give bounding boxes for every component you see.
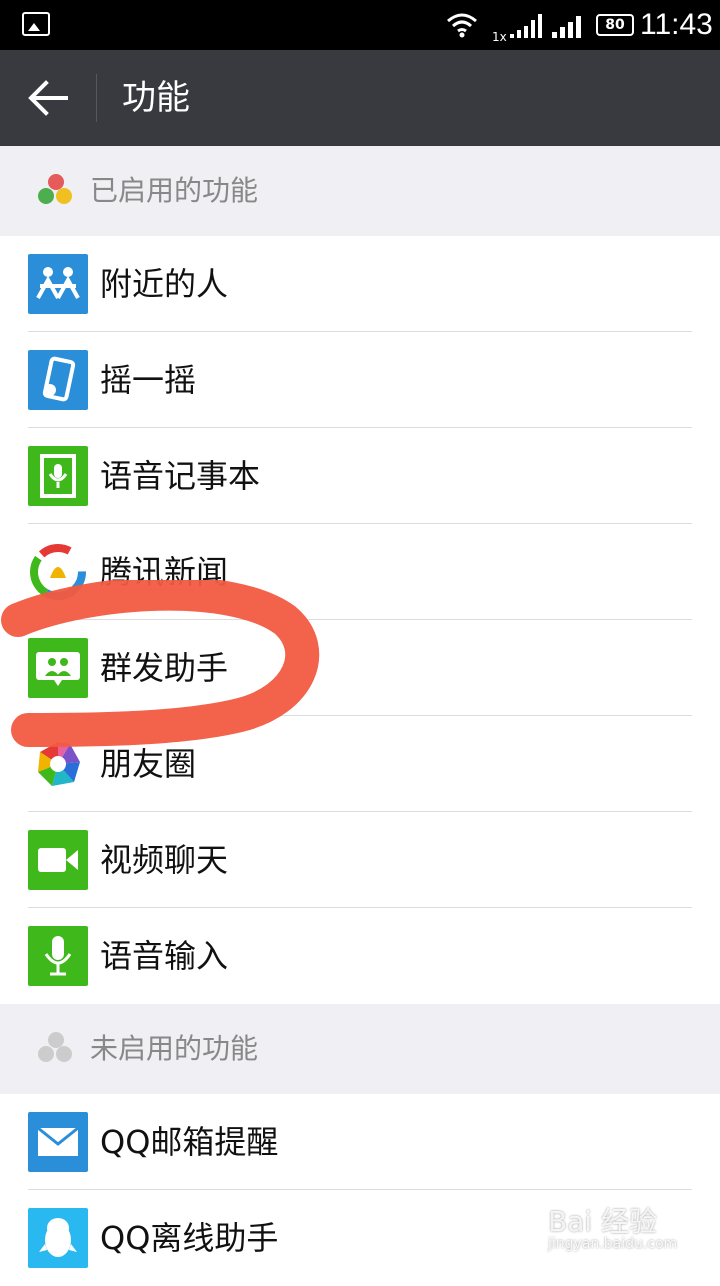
status-bar: 1x 80 11:43 [0,0,720,50]
battery-indicator: 80 [596,14,634,36]
feature-row-tencent-news[interactable]: 腾讯新闻 [0,524,720,620]
title-bar: 功能 [0,50,720,146]
broadcast-assistant-icon [28,638,88,698]
feature-label: QQ离线助手 [100,1219,279,1257]
enabled-features-list: 附近的人 摇一摇 语音记事本 腾讯新闻 群发助手 朋友圈 视频聊天 语音输入 [0,236,720,1004]
feature-row-voice-notebook[interactable]: 语音记事本 [0,428,720,524]
mail-envelope-icon [28,1112,88,1172]
qq-penguin-icon [28,1208,88,1268]
clock: 11:43 [640,8,713,41]
people-nearby-icon [28,254,88,314]
disabled-section-title: 未启用的功能 [90,1032,259,1065]
feature-label: 语音记事本 [100,457,261,495]
feature-label: 语音输入 [100,937,229,975]
feature-row-people-nearby[interactable]: 附近的人 [0,236,720,332]
signal-strong-icon [552,16,581,38]
signal-weak-icon [510,14,542,38]
shake-phone-icon [28,350,88,410]
microphone-icon [28,926,88,986]
feature-row-shake[interactable]: 摇一摇 [0,332,720,428]
feature-label: 朋友圈 [100,745,197,783]
feature-row-broadcast-assistant[interactable]: 群发助手 [0,620,720,716]
voice-notebook-icon [28,446,88,506]
enabled-section-header: 已启用的功能 [0,146,720,236]
title-divider [96,74,97,122]
image-notification-icon [22,12,50,36]
watermark-url: jingyan.baidu.com [548,1236,678,1252]
wifi-icon [447,13,477,38]
watermark: Bai 经验 jingyan.baidu.com [548,1200,677,1252]
feature-row-voice-input[interactable]: 语音输入 [0,908,720,1004]
moments-aperture-icon [28,734,88,794]
colored-dots-icon [38,174,74,208]
video-camera-icon [28,830,88,890]
arrow-left-icon[interactable] [26,78,70,118]
page-title: 功能 [122,78,190,118]
enabled-section-title: 已启用的功能 [90,174,259,207]
feature-label: 腾讯新闻 [100,553,229,591]
feature-label: 摇一摇 [100,361,197,399]
feature-row-video-chat[interactable]: 视频聊天 [0,812,720,908]
network-type: 1x [492,30,507,44]
tencent-news-icon [28,542,88,602]
disabled-features-list: QQ邮箱提醒 QQ离线助手 [0,1094,720,1286]
watermark-brand: Bai 经验 [548,1205,658,1238]
feature-row-moments[interactable]: 朋友圈 [0,716,720,812]
feature-row-qq-mail[interactable]: QQ邮箱提醒 [0,1094,720,1190]
feature-label: 群发助手 [100,649,229,687]
feature-label: 附近的人 [100,265,229,303]
disabled-section-header: 未启用的功能 [0,1004,720,1094]
gray-dots-icon [38,1032,74,1066]
feature-label: 视频聊天 [100,841,229,879]
feature-label: QQ邮箱提醒 [100,1123,279,1161]
